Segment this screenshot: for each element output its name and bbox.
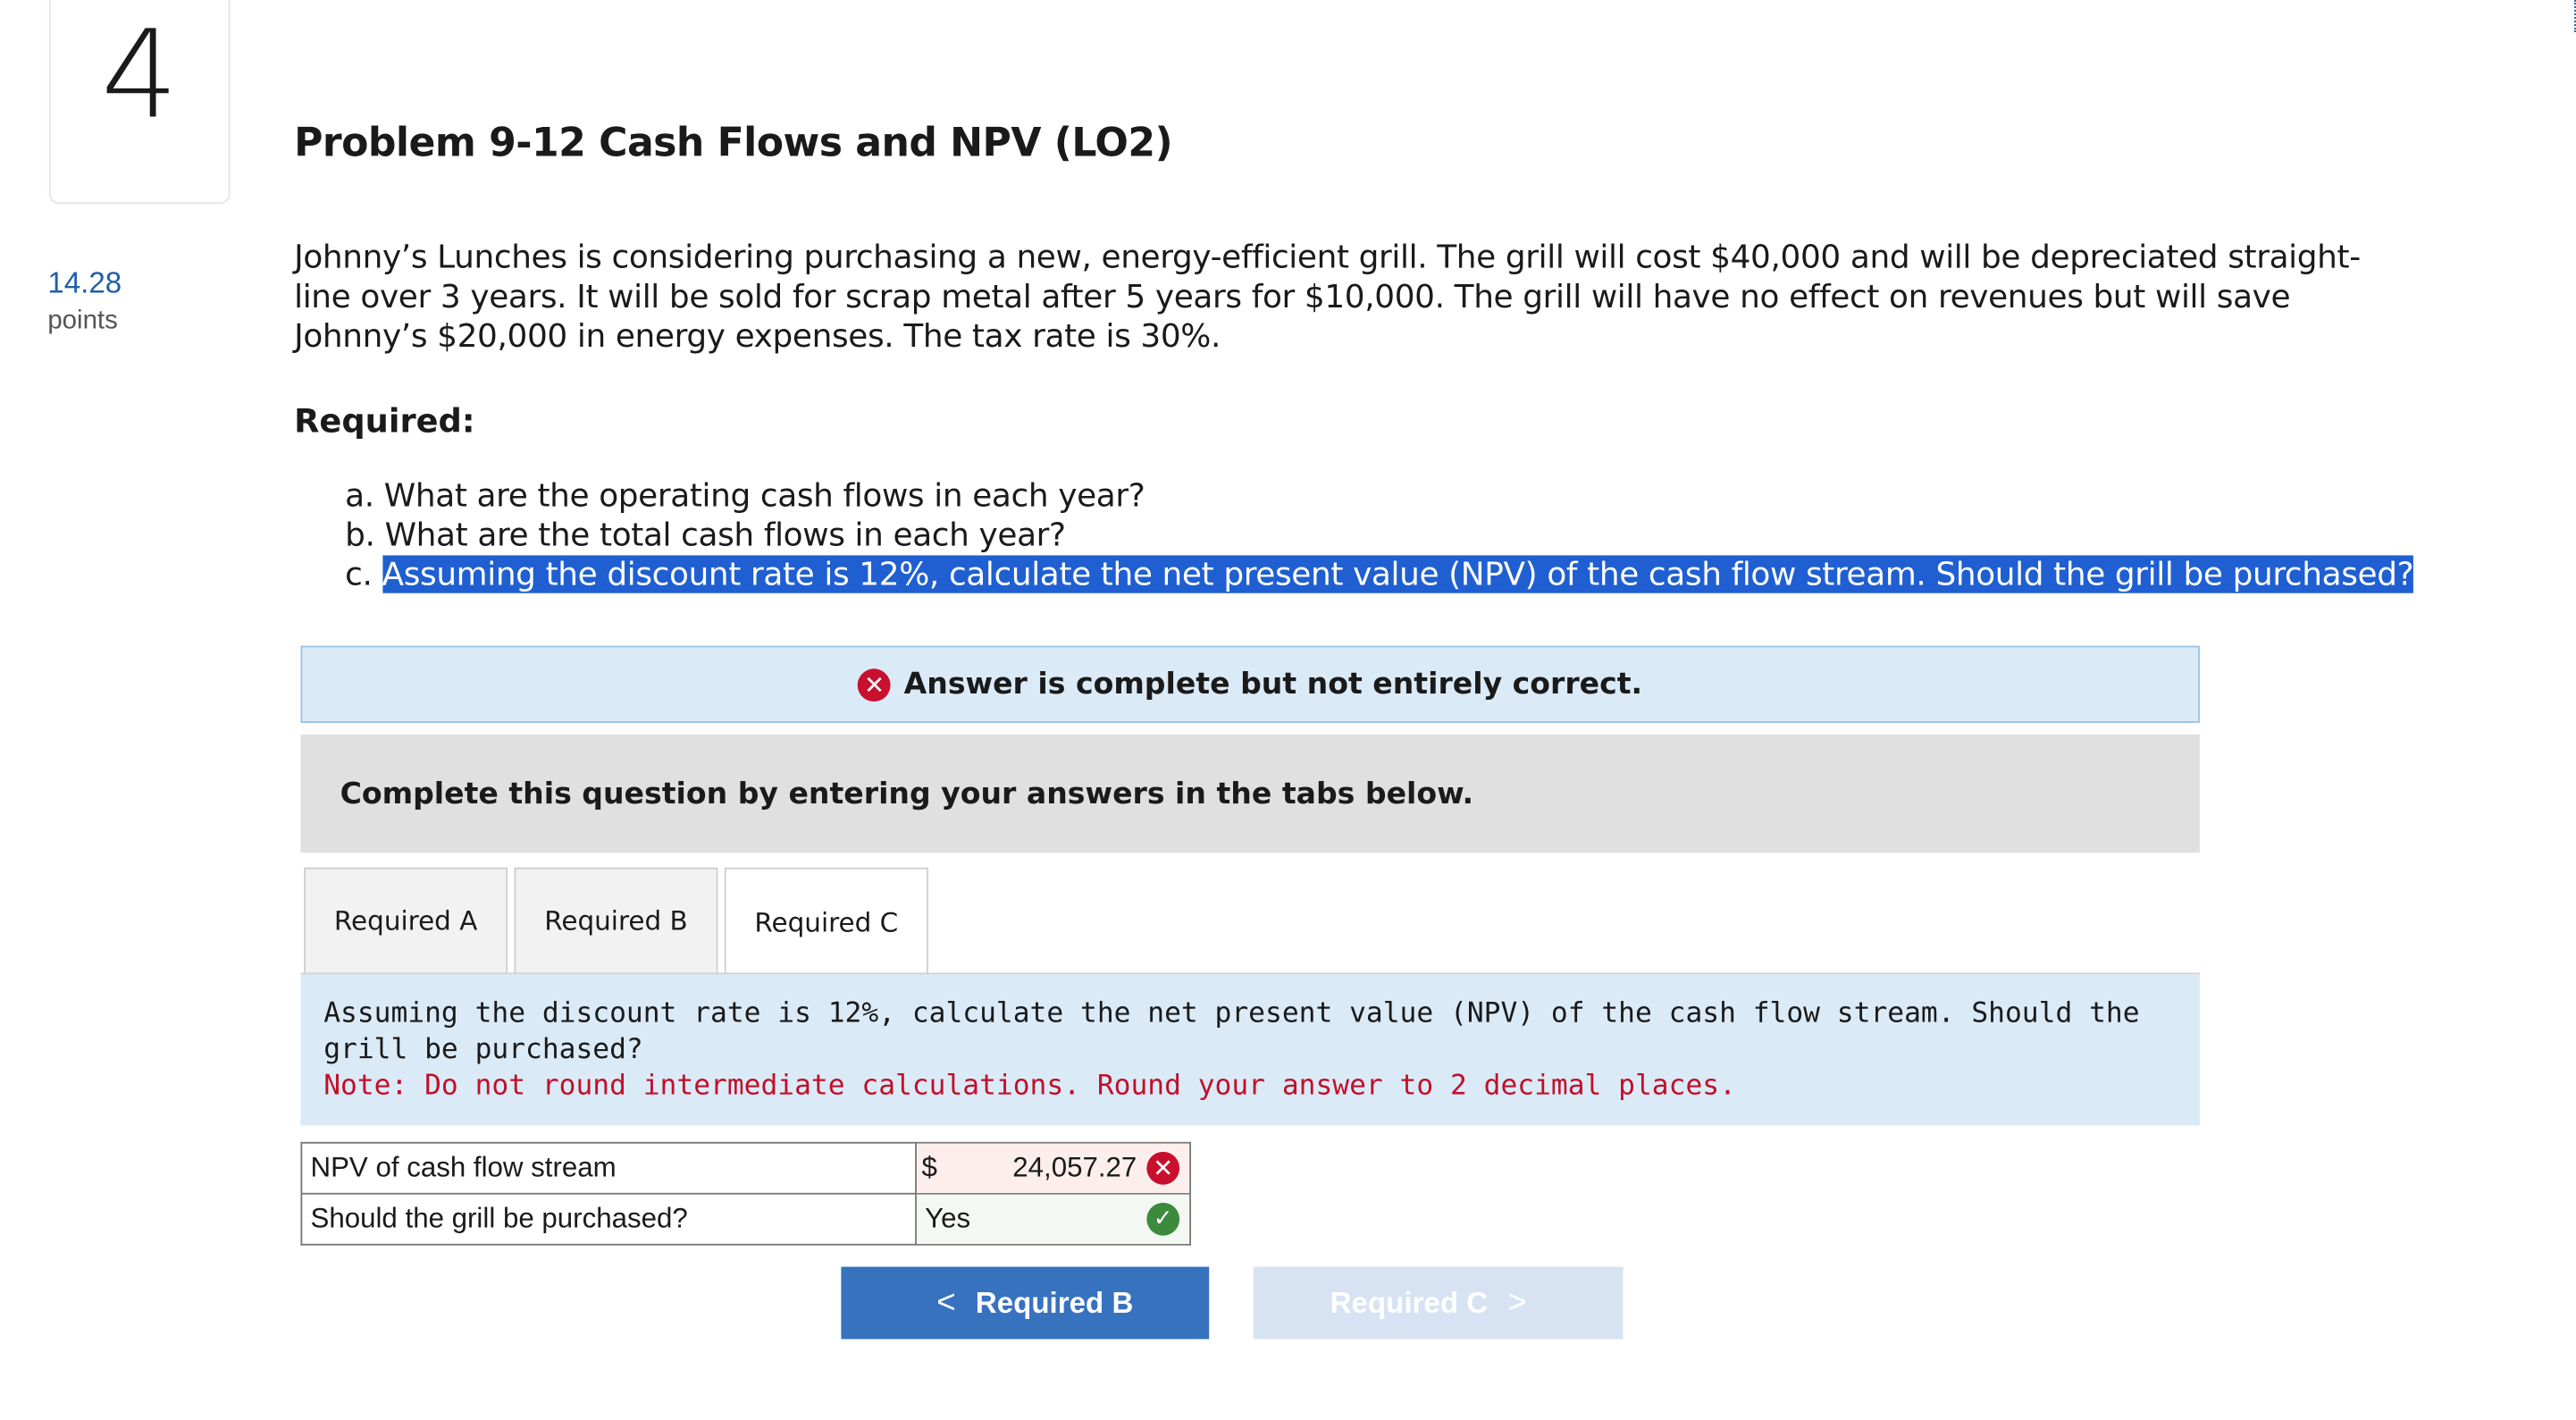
requirement-text: What are the total cash flows in each ye… — [384, 516, 1067, 554]
answer-status-text: Answer is complete but not entirely corr… — [903, 667, 1643, 702]
table-row: Should the grill be purchased? Yes ✓ — [300, 1192, 1191, 1246]
answer-status-banner: ✕ Answer is complete but not entirely co… — [300, 645, 2200, 723]
question-number-box: 4 — [49, 0, 231, 204]
points-label: points — [47, 307, 118, 336]
requirement-a: a. What are the operating cash flows in … — [345, 476, 2413, 516]
answer-row-label: Should the grill be purchased? — [300, 1192, 917, 1246]
table-row: NPV of cash flow stream $ 24,057.27 ✕ — [300, 1141, 1191, 1195]
tab-label: Required C — [754, 906, 899, 938]
x-circle-icon: ✕ — [1146, 1151, 1180, 1185]
next-button-label: Required C — [1330, 1285, 1489, 1319]
requirement-b: b. What are the total cash flows in each… — [345, 516, 2413, 555]
check-circle-icon: ✓ — [1146, 1202, 1180, 1236]
tab-required-a[interactable]: Required A — [304, 867, 508, 973]
requirement-text-selected: Assuming the discount rate is 12%, calcu… — [382, 555, 2414, 593]
purchase-select-value[interactable]: Yes — [921, 1203, 1146, 1236]
requirement-text: What are the operating cash flows in eac… — [383, 476, 1145, 515]
prev-required-button[interactable]: < Required B — [841, 1266, 1210, 1340]
points-value: 14.28 — [47, 265, 122, 299]
answer-row-label: NPV of cash flow stream — [300, 1141, 917, 1195]
tab-label: Required B — [544, 905, 688, 937]
requirement-prefix: c. — [345, 555, 373, 593]
question-panel: Assuming the discount rate is 12%, calcu… — [300, 974, 2200, 1126]
chevron-right-icon: > — [1507, 1283, 1527, 1321]
requirement-c: c. Assuming the discount rate is 12%, ca… — [345, 555, 2414, 594]
currency-symbol: $ — [921, 1151, 937, 1183]
edge-scroll-indicator — [2572, 0, 2576, 32]
panel-question-text: Assuming the discount rate is 12%, calcu… — [323, 997, 2140, 1067]
answer-table: NPV of cash flow stream $ 24,057.27 ✕ Sh… — [300, 1141, 1191, 1246]
chevron-left-icon: < — [936, 1283, 956, 1321]
instructions-text: Complete this question by entering your … — [340, 776, 1474, 811]
tab-label: Required A — [333, 905, 478, 937]
requirement-prefix: a. — [345, 476, 374, 515]
prev-button-label: Required B — [975, 1285, 1134, 1319]
panel-note: Note: Do not round intermediate calculat… — [323, 1069, 1736, 1103]
problem-prompt: Johnny’s Lunches is considering purchasi… — [294, 238, 2361, 356]
requirements-list: a. What are the operating cash flows in … — [345, 476, 2414, 594]
purchase-select-cell[interactable]: Yes ✓ — [915, 1192, 1191, 1246]
tab-required-c[interactable]: Required C — [724, 867, 928, 977]
x-circle-icon: ✕ — [858, 668, 891, 702]
question-number: 4 — [100, 4, 179, 147]
npv-input-cell[interactable]: $ 24,057.27 ✕ — [915, 1141, 1191, 1195]
page: 4 14.28 points Problem 9-12 Cash Flows a… — [0, 0, 2576, 1420]
npv-input-value[interactable]: 24,057.27 — [954, 1152, 1146, 1185]
requirement-prefix: b. — [345, 516, 375, 554]
tab-required-b[interactable]: Required B — [514, 867, 718, 973]
tab-bar: Required A Required B Required C — [304, 867, 935, 977]
problem-title: Problem 9-12 Cash Flows and NPV (LO2) — [294, 120, 1173, 166]
instructions-banner: Complete this question by entering your … — [300, 734, 2200, 853]
required-heading: Required: — [294, 400, 475, 441]
next-required-button[interactable]: Required C > — [1253, 1266, 1624, 1340]
